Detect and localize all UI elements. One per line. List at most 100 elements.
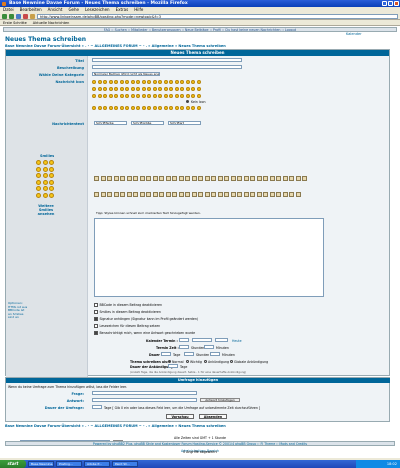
back-icon[interactable] [2,13,7,19]
nav-toolbar: http://www.linkgeinsam.de/phpBB/posting.… [0,13,400,20]
termin-minuten-input[interactable] [204,345,214,349]
label-column [6,56,88,377]
stop-icon[interactable] [23,13,28,19]
dauer-ank-hint: (Anzahl Tage, die die Ankündigung dauert… [130,370,247,374]
checkbox-label: Smilies in diesem Beitrag deaktivieren [99,310,161,314]
checkbox-lesezeichen[interactable]: Lesezeichen für diesen Beitrag setzen [94,324,160,328]
termin-zeit-label: Termin Zeit : [156,346,179,350]
checkbox-label: Benachrichtigt mich, wenn eine Antwort g… [99,331,196,335]
window-title: Base Newnine Davae Forum - Neues Thema s… [9,1,188,6]
smilies-grid[interactable] [36,160,56,198]
radio-ankuendigung[interactable] [204,360,207,363]
message-textarea[interactable] [94,218,324,297]
thema-als-label: Thema schreiben als: [130,360,169,364]
forum-nav-bar[interactable]: FAQ :: Suchen :: Mitglieder :: Benutzerg… [3,27,397,32]
dauer-tage-input[interactable] [161,352,171,356]
typ-wichtig[interactable]: Wichtig [186,360,202,364]
frage-input[interactable] [92,391,197,395]
termin-day-select[interactable] [179,338,189,342]
antwort-input[interactable] [92,398,197,402]
checkbox-signatur[interactable]: Signatur anhängen (Signatur kann im Prof… [94,317,198,321]
minuten-label: Minuten [216,346,229,350]
poll-section: Umfrage hinzufügen Wenn du keine Umfrage… [5,377,390,422]
antwort-hinzufuegen-button[interactable]: Antwort hinzufügen [200,398,240,402]
page-title: Neues Thema schreiben [5,36,87,43]
dauer-stunden-input[interactable] [184,352,194,356]
termin-stunden-input[interactable] [179,345,189,349]
typ-wichtig-label: Wichtig [190,360,202,364]
kein-icon-label: Kein Icon [191,100,206,104]
absenden-button[interactable]: Absenden [199,414,227,419]
task-3[interactable]: Adobe P... [84,461,110,467]
typ-global-label: Globale Ankündigung [234,360,269,364]
umfrage-tage-hint: Tage [ Gib 0 ein oder lass dieses Feld l… [104,406,261,410]
dauer-stunden-label: Stunden [196,353,210,357]
kein-icon-radio[interactable] [186,100,189,103]
task-4[interactable]: Paint Sh... [112,461,138,467]
label-dauer-umfrage: Dauer der Umfrage: [44,406,84,410]
kategorie-select[interactable]: Normaler Beitrag (Wird nicht als Neues a… [92,72,160,76]
checkbox-bbcode[interactable]: BBCode in diesem Beitrag deaktivieren [94,303,162,307]
home-icon[interactable] [30,13,35,19]
post-form: Neues Thema schreiben Titel Beschreibung… [5,49,390,377]
titel-input[interactable] [92,58,242,62]
dauer-minuten-input[interactable] [210,352,220,356]
typ-ankuendigung[interactable]: Ankündigung [204,360,229,364]
maximize-button[interactable] [388,1,393,6]
typ-global[interactable]: Globale Ankündigung [230,360,268,364]
schriftgroesse-select[interactable]: Schriftgröße [131,121,164,125]
schriftfarbe-select[interactable]: Schriftfarbe [94,121,127,125]
vorschau-button[interactable]: Vorschau [166,414,194,419]
bottom-breadcrumb[interactable]: Base Newnine Davae Forum-Übersicht » . -… [5,424,226,428]
format-buttons-row-2[interactable] [94,192,301,197]
start-button[interactable]: start [0,460,26,468]
kalender-link[interactable]: Kalender [346,32,362,36]
icon-row-1[interactable] [92,80,201,84]
label-frage: Frage: [71,392,84,396]
checkbox-box[interactable] [94,331,98,335]
breadcrumb[interactable]: Base Newnine Davae Forum-Übersicht » . -… [5,44,226,48]
page-content: FAQ :: Suchen :: Mitglieder :: Benutzerg… [0,26,400,458]
checkbox-box[interactable] [94,310,98,314]
checkbox-label: Signatur anhängen (Signatur kann im Prof… [99,317,199,321]
system-tray-clock: 18:02 [356,460,400,468]
address-bar[interactable]: http://www.linkgeinsam.de/phpBB/posting.… [37,13,398,19]
angriffe-info: 0 Angriffe abgewehrt [183,450,217,454]
radio-wichtig[interactable] [186,360,189,363]
minimize-button[interactable] [382,1,387,6]
close-button[interactable] [394,1,399,6]
heute-link[interactable]: Heute [232,339,242,343]
task-2[interactable]: Posting... [56,461,82,467]
taskbar: start Base Newnine... Posting... Adobe P… [0,460,400,468]
poll-hint: Wenn du keine Umfrage zum Thema hinzufüg… [8,385,127,389]
bookmark-nachrichten[interactable]: Aktuelle Nachrichten [33,20,70,25]
more-smilies-link[interactable]: Weitere Smilies ansehen [36,204,56,216]
beschreibung-input[interactable] [92,65,242,69]
footer-bar[interactable]: Powered by phpBB2 Plus, phpBB Style and … [5,441,395,446]
bookmark-erste-schritte[interactable]: Erste Schritte [3,20,27,25]
icon-row-2[interactable] [92,87,201,91]
reload-icon[interactable] [16,13,21,19]
checkbox-smilies[interactable]: Smilies in diesem Beitrag deaktivieren [94,310,161,314]
termin-year-select[interactable] [215,338,228,342]
checkbox-box[interactable] [94,324,98,328]
radio-global[interactable] [230,360,233,363]
checkbox-box[interactable] [94,303,98,307]
task-1[interactable]: Base Newnine... [28,461,54,467]
radio-normal[interactable] [168,360,171,363]
label-beschreibung: Beschreibung [57,66,84,70]
checkbox-box[interactable] [94,317,98,321]
kein-icon-option[interactable]: Kein Icon [186,100,206,104]
checkbox-label: Lesezeichen für diesen Beitrag setzen [99,324,161,328]
termin-month-select[interactable] [192,338,212,342]
icon-row-3[interactable] [92,94,201,98]
checkbox-benachrichtigung[interactable]: Benachrichtigt mich, wenn eine Antwort g… [94,331,195,335]
label-icon: Nachricht Icon [55,80,84,84]
schriftart-select[interactable]: Schriftart [168,121,201,125]
format-buttons-row-1[interactable] [94,176,307,181]
dauer-ank-input[interactable] [168,364,178,368]
forward-icon[interactable] [9,13,14,19]
umfrage-dauer-input[interactable] [92,405,102,409]
timezone-info: Alle Zeiten sind GMT + 1 Stunde [173,436,226,440]
icon-row-4[interactable] [92,106,201,110]
